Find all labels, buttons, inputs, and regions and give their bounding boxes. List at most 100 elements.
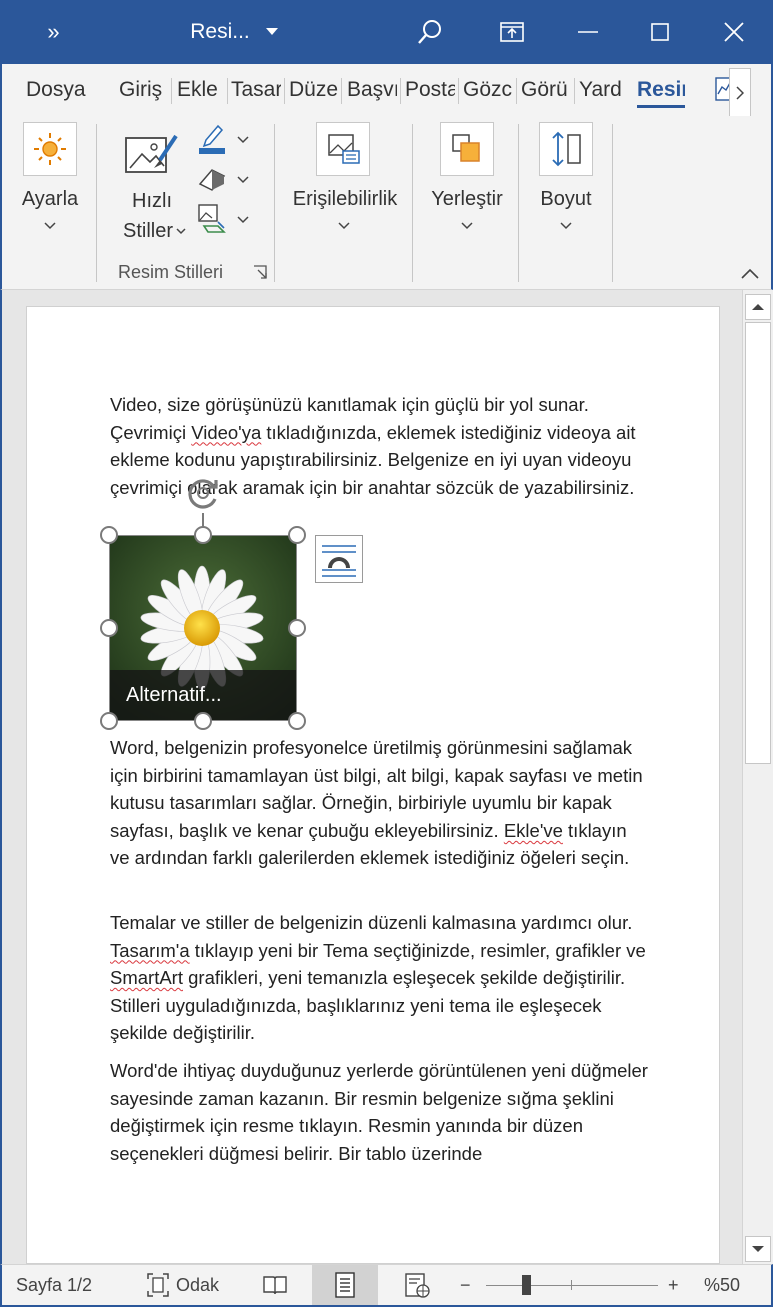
- chevron-right-icon: [736, 86, 744, 100]
- chevron-down-icon: [338, 222, 350, 230]
- focus-icon: [147, 1273, 169, 1297]
- tab-postalar[interactable]: Posta: [405, 76, 455, 108]
- scroll-up-button[interactable]: [745, 294, 771, 320]
- sun-icon: [23, 122, 77, 176]
- document-title[interactable]: Resi...: [180, 0, 260, 64]
- size-label: Boyut: [540, 188, 592, 210]
- resize-handle-s[interactable]: [194, 712, 212, 730]
- size-icon: [539, 122, 593, 176]
- read-mode-icon[interactable]: [262, 1265, 290, 1305]
- document-page[interactable]: Video, size görüşünüzü kanıtlamak için g…: [26, 306, 720, 1264]
- print-layout-icon[interactable]: [312, 1265, 378, 1305]
- tab-divider: [400, 78, 401, 104]
- tab-yardim[interactable]: Yard: [579, 76, 629, 108]
- picture-effects-button[interactable]: [196, 162, 252, 196]
- layout-options-button[interactable]: [315, 535, 363, 583]
- zoom-level[interactable]: %50: [704, 1265, 740, 1305]
- tab-divider: [458, 78, 459, 104]
- group-divider: [412, 124, 413, 282]
- picture-layout-button[interactable]: [196, 202, 252, 236]
- resize-handle-nw[interactable]: [100, 526, 118, 544]
- tab-giris[interactable]: Giriş: [119, 76, 167, 108]
- status-bar: Sayfa 1/2 Odak − + %50: [0, 1264, 773, 1307]
- arrange-label: Yerleştir: [431, 188, 503, 210]
- group-label-picture-styles: Resim Stilleri: [118, 262, 224, 282]
- collapse-ribbon-icon[interactable]: [740, 266, 760, 282]
- spelling-error[interactable]: Ekle've: [504, 820, 563, 841]
- zoom-slider-thumb[interactable]: [522, 1275, 531, 1295]
- tab-tasarim[interactable]: Tasarı: [231, 76, 281, 108]
- ribbon-display-options-icon[interactable]: [490, 0, 534, 64]
- ribbon-panel: Ayarla Hızlı Stiller Resim Stilleri Eriş…: [0, 116, 773, 290]
- tab-gozden-gecir[interactable]: Gözc: [463, 76, 513, 108]
- layout-options-icon: [322, 545, 356, 577]
- quick-styles-label-2: Stiller: [122, 220, 173, 242]
- arrange-button[interactable]: Yerleştir: [424, 122, 510, 242]
- selected-image[interactable]: Alternatif...: [100, 479, 306, 730]
- vertical-scrollbar[interactable]: [742, 290, 773, 1264]
- maximize-icon[interactable]: [638, 0, 682, 64]
- picture-border-button[interactable]: [196, 122, 252, 156]
- tab-divider: [227, 78, 228, 104]
- tab-divider: [516, 78, 517, 104]
- search-icon[interactable]: [408, 0, 452, 64]
- zoom-out-button[interactable]: −: [460, 1265, 471, 1305]
- resize-handle-n[interactable]: [194, 526, 212, 544]
- tab-basvurular[interactable]: Başvı: [347, 76, 397, 108]
- tab-duzen[interactable]: Düze: [289, 76, 339, 108]
- tab-dosya[interactable]: Dosya: [26, 76, 90, 108]
- focus-button[interactable]: Odak: [146, 1265, 219, 1305]
- scroll-thumb[interactable]: [745, 322, 771, 764]
- picture-layout-icon: [198, 204, 249, 233]
- group-divider: [518, 124, 519, 282]
- focus-label: Odak: [176, 1274, 220, 1295]
- rotate-handle-icon[interactable]: [183, 473, 223, 513]
- quick-styles-label-1: Hızlı: [132, 190, 172, 212]
- paragraph-4[interactable]: Word'de ihtiyaç duyduğunuz yerlerde görü…: [110, 1057, 650, 1167]
- resize-handle-sw[interactable]: [100, 712, 118, 730]
- chevron-down-icon[interactable]: [260, 0, 284, 64]
- scroll-up-arrow-icon: [752, 304, 764, 310]
- spelling-error[interactable]: Video'ya: [191, 422, 261, 443]
- spelling-error[interactable]: SmartArt: [110, 967, 183, 988]
- resize-handle-ne[interactable]: [288, 526, 306, 544]
- close-icon[interactable]: [710, 0, 758, 64]
- spelling-error[interactable]: Tasarım'a: [110, 940, 190, 961]
- minimize-icon[interactable]: [566, 0, 610, 64]
- zoom-in-button[interactable]: +: [668, 1265, 679, 1305]
- adjust-button[interactable]: Ayarla: [18, 122, 82, 242]
- zoom-slider-center-mark: [571, 1280, 572, 1290]
- chevron-down-icon: [560, 222, 572, 230]
- tab-resim[interactable]: Resim: [637, 76, 685, 108]
- paragraph-3[interactable]: Temalar ve stiller de belgenizin düzenli…: [110, 909, 650, 1047]
- picture-brush-icon: [124, 130, 180, 182]
- tab-ekle[interactable]: Ekle: [177, 76, 225, 108]
- tab-divider: [171, 78, 172, 104]
- paragraph-2[interactable]: Word, belgenizin profesyonelce üretilmiş…: [110, 734, 650, 872]
- tab-gorunum[interactable]: Görü: [521, 76, 571, 108]
- adjust-label: Ayarla: [21, 188, 79, 210]
- accessibility-label: Erişilebilirlik: [292, 188, 398, 210]
- quick-styles-button[interactable]: Hızlı Stiller: [112, 122, 192, 242]
- resize-handle-e[interactable]: [288, 619, 306, 637]
- tab-divider: [574, 78, 575, 104]
- group-divider: [274, 124, 275, 282]
- eraser-effects-icon: [198, 169, 249, 191]
- pen-border-icon: [199, 124, 249, 154]
- group-divider: [612, 124, 613, 282]
- dialog-launcher-icon[interactable]: [252, 264, 268, 280]
- daisy-photo: Alternatif...: [109, 535, 297, 721]
- alt-text-icon: [316, 122, 370, 176]
- quick-access-more-button[interactable]: »: [30, 0, 74, 64]
- page-indicator[interactable]: Sayfa 1/2: [16, 1265, 92, 1305]
- scroll-down-button[interactable]: [745, 1236, 771, 1262]
- resize-handle-se[interactable]: [288, 712, 306, 730]
- tab-scroll-right-button[interactable]: [729, 68, 751, 118]
- tab-divider: [284, 78, 285, 104]
- zoom-slider-track[interactable]: [486, 1285, 658, 1286]
- web-layout-icon[interactable]: [404, 1265, 432, 1305]
- size-button[interactable]: Boyut: [530, 122, 602, 242]
- resize-handle-w[interactable]: [100, 619, 118, 637]
- arrange-icon: [440, 122, 494, 176]
- accessibility-button[interactable]: Erişilebilirlik: [286, 122, 404, 242]
